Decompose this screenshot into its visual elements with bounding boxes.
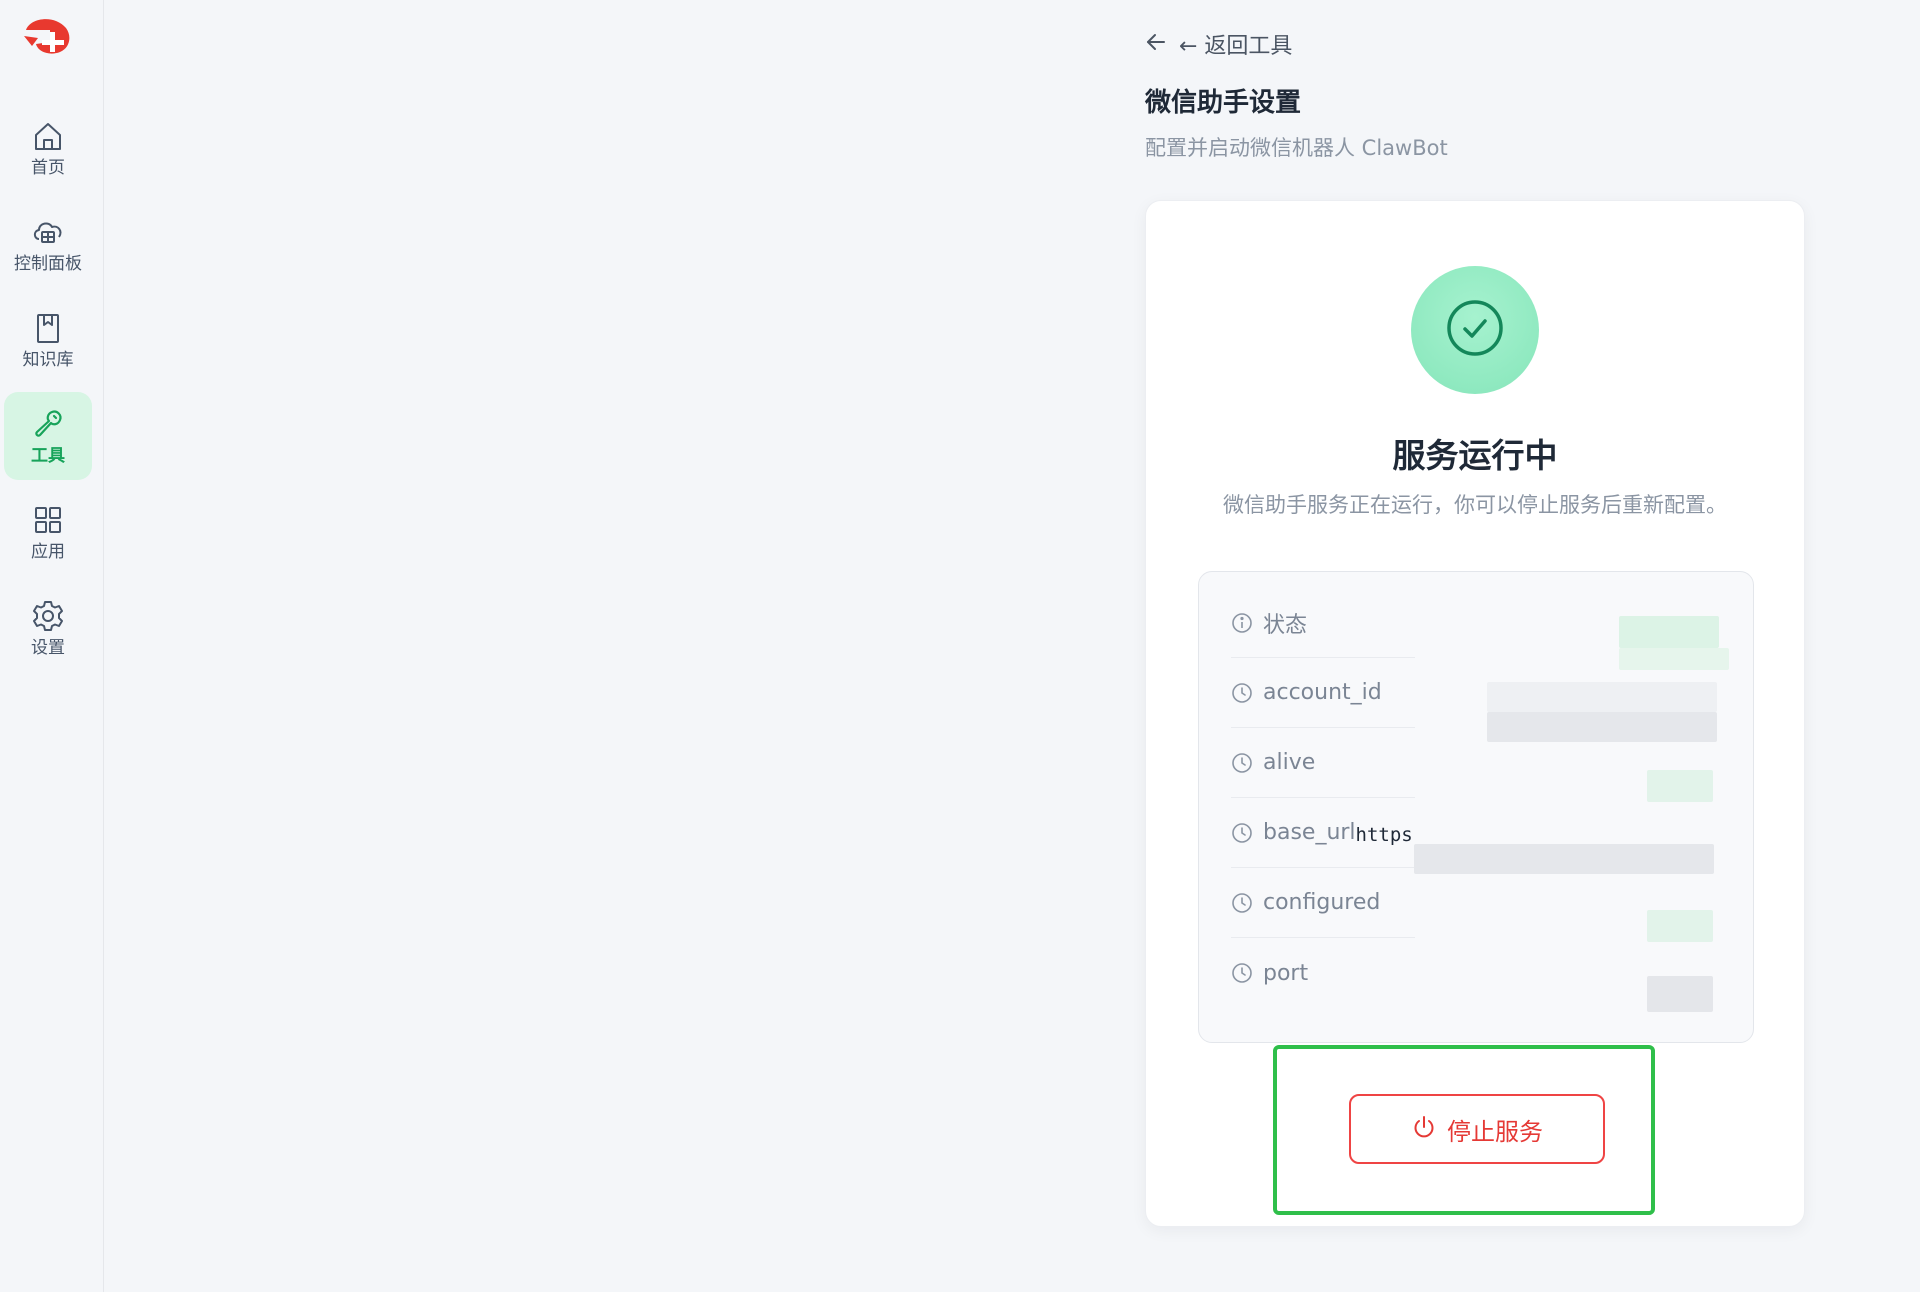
redacted-value	[1619, 648, 1729, 670]
sidebar-item-label: 首页	[31, 157, 65, 178]
service-status-card: 服务运行中 微信助手服务正在运行，你可以停止服务后重新配置。 状态 accoun…	[1145, 200, 1805, 1227]
arrow-left-icon	[1145, 31, 1167, 57]
sidebar-item-label: 控制面板	[14, 253, 82, 274]
info-row-label: configured	[1263, 890, 1381, 915]
sidebar-item-home[interactable]: 首页	[4, 104, 92, 192]
clock-icon	[1231, 682, 1253, 704]
clock-icon	[1231, 962, 1253, 984]
app-logo[interactable]	[20, 16, 76, 56]
back-link-label: ← 返回工具	[1179, 34, 1293, 59]
sidebar-item-tools[interactable]: 工具	[4, 392, 92, 480]
grid-icon	[31, 503, 65, 537]
service-info-panel: 状态 account_id alive base_url https confi…	[1198, 571, 1754, 1043]
info-row-alive: alive	[1231, 728, 1415, 798]
info-row-label: 状态	[1263, 612, 1308, 638]
redacted-value	[1647, 910, 1713, 942]
info-row-account-id: account_id	[1231, 658, 1415, 728]
sidebar-item-label: 应用	[31, 541, 65, 562]
stop-service-button[interactable]: 停止服务	[1349, 1094, 1605, 1164]
sidebar-item-label: 工具	[31, 445, 65, 466]
sidebar-item-label: 设置	[31, 637, 65, 658]
status-title: 服务运行中	[1392, 436, 1558, 475]
info-row-base-url: base_url https	[1231, 798, 1415, 868]
clock-icon	[1231, 892, 1253, 914]
info-row-configured: configured	[1231, 868, 1415, 938]
redacted-value	[1647, 770, 1713, 802]
power-icon	[1411, 1114, 1437, 1144]
book-icon	[31, 311, 65, 345]
redacted-value	[1619, 616, 1719, 648]
page-title: 微信助手设置	[1145, 88, 1302, 118]
clock-icon	[1231, 752, 1253, 774]
info-row-label: base_url	[1263, 820, 1356, 845]
gear-icon	[31, 599, 65, 633]
sidebar-item-apps[interactable]: 应用	[4, 488, 92, 576]
check-circle-icon	[1445, 298, 1505, 362]
status-description: 微信助手服务正在运行，你可以停止服务后重新配置。	[1223, 493, 1727, 517]
info-row-label: account_id	[1263, 680, 1382, 705]
base-url-value: https	[1355, 823, 1413, 846]
dashboard-icon	[31, 215, 65, 249]
back-to-tools-link[interactable]: ← 返回工具	[1145, 28, 1292, 60]
sidebar: 首页 控制面板 知识库 工具 应用 设置	[0, 0, 104, 1292]
redacted-value	[1414, 844, 1714, 874]
info-row-label: port	[1263, 960, 1309, 986]
redacted-value	[1647, 976, 1713, 1012]
sidebar-item-dashboard[interactable]: 控制面板	[4, 200, 92, 288]
info-icon	[1231, 612, 1253, 634]
redacted-value	[1487, 712, 1717, 742]
stop-service-label: 停止服务	[1447, 1117, 1543, 1146]
redacted-value	[1487, 682, 1717, 712]
info-row-port: port	[1231, 938, 1415, 1008]
info-row-label: alive	[1263, 750, 1316, 775]
sidebar-item-settings[interactable]: 设置	[4, 584, 92, 672]
sidebar-item-label: 知识库	[22, 349, 74, 370]
home-icon	[31, 119, 65, 153]
sidebar-item-knowledge[interactable]: 知识库	[4, 296, 92, 384]
wrench-icon	[31, 407, 65, 441]
info-row-status: 状态	[1231, 588, 1415, 658]
status-indicator	[1411, 266, 1539, 394]
clock-icon	[1231, 822, 1253, 844]
page-subtitle: 配置并启动微信机器人 ClawBot	[1145, 136, 1448, 160]
